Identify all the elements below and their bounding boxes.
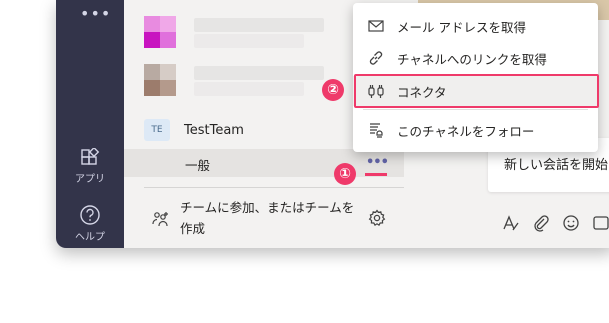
blurred-team-detail-2 — [194, 82, 304, 96]
gif-icon[interactable] — [592, 214, 609, 232]
blurred-team-name — [194, 18, 324, 32]
callout-step-1: ① — [334, 163, 356, 185]
blurred-team-name-2 — [194, 66, 324, 80]
menu-item-get-link[interactable]: チャネルへのリンクを取得 — [353, 43, 598, 73]
gear-icon[interactable] — [368, 209, 386, 227]
rail-more-button[interactable]: ••• — [80, 4, 111, 23]
blurred-team-detail — [194, 34, 304, 48]
format-icon[interactable] — [502, 214, 520, 232]
attach-icon[interactable] — [532, 214, 550, 232]
menu-item-label: メール アドレスを取得 — [397, 19, 526, 35]
team-avatar: TE — [144, 119, 170, 141]
compose-toolbar — [502, 214, 609, 232]
team-avatar-pixelated-2 — [144, 64, 176, 96]
rail-apps-button[interactable]: アプリ — [56, 148, 124, 185]
divider — [144, 187, 404, 188]
channel-item-general[interactable]: 一般 ••• — [124, 149, 404, 177]
rail-help-button[interactable]: ヘルプ — [56, 204, 124, 243]
team-avatar-pixelated — [144, 16, 176, 48]
compose-placeholder: 新しい会話を開始 — [504, 158, 609, 173]
emoji-icon[interactable] — [562, 214, 580, 232]
connector-highlight-box — [354, 74, 599, 108]
menu-item-label: チャネルへのリンクを取得 — [397, 51, 547, 67]
team-name: TestTeam — [184, 122, 244, 138]
menu-item-label: このチャネルをフォロー — [397, 123, 535, 139]
team-testteam[interactable]: TE TestTeam — [144, 119, 244, 141]
menu-separator — [363, 109, 588, 110]
join-or-create-team-label: チームに参加、またはチームを作成 — [180, 200, 355, 236]
more-options-highlight — [365, 173, 387, 176]
callout-step-2: ② — [322, 79, 344, 101]
link-icon — [367, 49, 385, 67]
help-icon — [80, 205, 100, 225]
rail-help-label: ヘルプ — [75, 232, 105, 243]
menu-item-get-email[interactable]: メール アドレスを取得 — [353, 11, 598, 41]
join-team-icon — [152, 212, 168, 227]
more-options-button[interactable]: ••• — [366, 155, 389, 170]
apps-icon — [81, 148, 100, 165]
channel-name: 一般 — [185, 158, 211, 173]
mail-icon — [367, 17, 385, 35]
app-rail: ••• アプリ ヘルプ — [56, 0, 124, 248]
rail-apps-label: アプリ — [75, 174, 105, 185]
follow-icon — [367, 121, 385, 139]
menu-item-follow-channel[interactable]: このチャネルをフォロー — [353, 115, 598, 145]
join-or-create-team-button[interactable]: チームに参加、またはチームを作成 — [146, 197, 396, 241]
